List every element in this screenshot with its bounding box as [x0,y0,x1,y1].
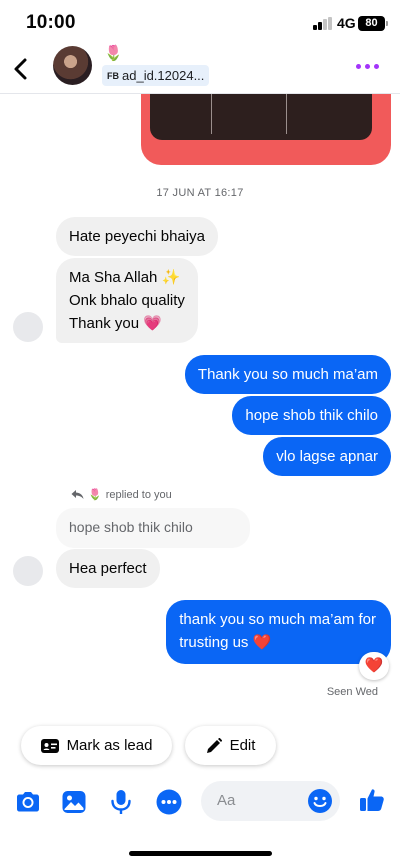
incoming-message[interactable]: Hate peyechi bhaiya [56,217,218,256]
network-label: 4G [337,15,356,31]
gallery-icon[interactable] [60,788,88,816]
seen-status: Seen Wed [326,686,378,698]
reply-emoji: 🌷 [88,489,102,501]
home-indicator [129,851,272,856]
edit-label: Edit [229,737,256,754]
reply-label: replied to you [105,488,172,501]
contact-id-pill[interactable]: FB ad_id.12024... [102,65,210,86]
incoming-message[interactable]: Hea perfect [56,549,160,588]
contact-avatar[interactable] [53,46,92,85]
message-line: thank you so much ma’am for [179,611,376,628]
image-message[interactable] [141,94,391,165]
outgoing-message[interactable]: Thank you so much ma’am [184,355,391,394]
composer-bar: Aa [0,780,400,824]
pencil-icon [206,737,222,753]
incoming-message[interactable]: Ma Sha Allah ✨ Onk bhalo quality Thank y… [56,258,198,343]
contact-id: ad_id.12024... [122,68,205,83]
outgoing-message[interactable]: hope shob thik chilo [232,396,391,435]
message-input-placeholder: Aa [217,792,236,809]
reply-indicator: 🌷 replied to you [71,488,172,501]
message-input[interactable]: Aa [201,781,340,821]
status-bar: 10:00 4G 80 [0,0,400,46]
message-line: Ma Sha Allah ✨ [69,269,181,286]
message-line: trusting us ❤️ [179,634,272,651]
facebook-badge: FB [107,70,119,81]
apps-icon[interactable] [155,788,183,816]
like-icon[interactable] [358,786,386,814]
sender-avatar [13,556,43,586]
outgoing-message[interactable]: vlo lagse apnar [263,437,391,476]
contact-name-emoji: 🌷 [104,45,123,62]
timestamp: 17 JUN AT 16:17 [156,187,244,199]
outgoing-message[interactable]: thank you so much ma’am for trusting us … [166,600,391,664]
signal-icon [313,17,333,30]
more-icon[interactable] [356,61,382,71]
emoji-icon[interactable] [307,788,333,814]
message-line: Onk bhalo quality [69,292,185,309]
message-line: Thank you 💗 [69,315,162,332]
battery-icon: 80 [358,16,388,31]
microphone-icon[interactable] [107,788,135,816]
camera-icon[interactable] [14,788,42,816]
quoted-message[interactable]: hope shob thik chilo [56,508,250,548]
conversation-header: 🌷 FB ad_id.12024... [0,45,400,94]
sender-avatar [13,312,43,342]
back-icon[interactable] [8,54,36,84]
mark-as-lead-button[interactable]: Mark as lead [21,726,172,765]
status-time: 10:00 [26,12,76,33]
heart-reaction[interactable]: ❤️ [359,652,389,680]
id-card-icon [40,738,59,753]
mark-as-lead-label: Mark as lead [66,737,153,754]
product-photo [150,94,372,140]
reply-icon [71,490,84,499]
edit-button[interactable]: Edit [185,726,276,765]
